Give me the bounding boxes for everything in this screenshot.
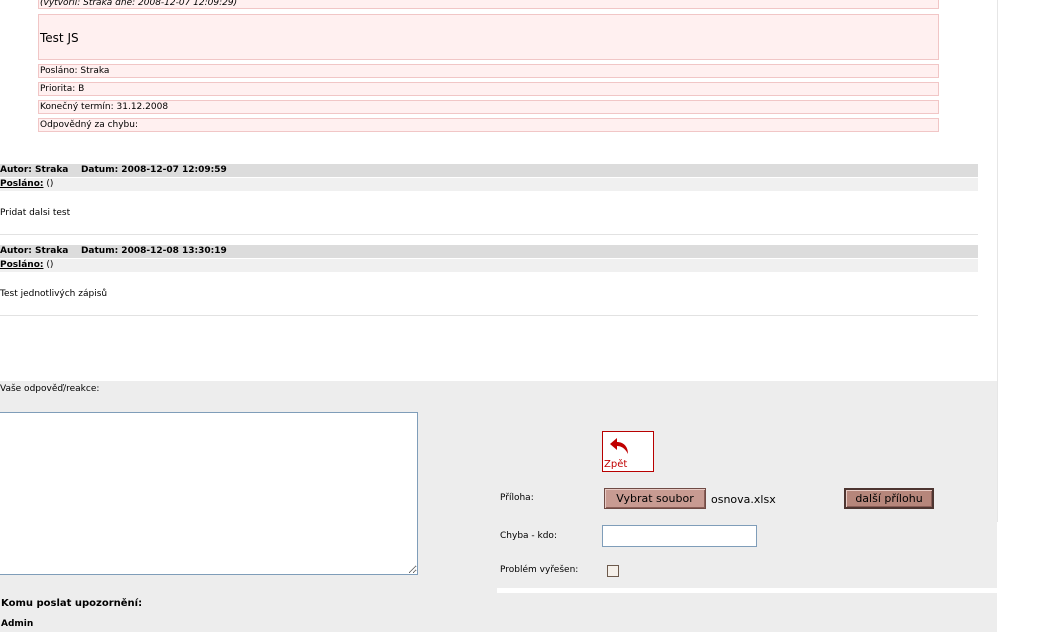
issue-priority: Priorita: B xyxy=(38,82,939,96)
issue-responsible: Odpovědný za chybu: xyxy=(38,118,939,132)
entry-sent-link[interactable]: Posláno: xyxy=(0,260,43,270)
reply-label: Vaše odpověď/reakce: xyxy=(0,384,100,394)
entry-date: Datum: 2008-12-08 13:30:19 xyxy=(80,246,227,256)
created-note: (vytvořil: Straka dne: 2008-12-07 12:09:… xyxy=(38,0,939,9)
reply-textarea[interactable] xyxy=(0,412,418,575)
entry-text: Test jednotlivých zápisů xyxy=(0,289,108,299)
entry-header: Autor: Straka Datum: 2008-12-07 12:09:59 xyxy=(0,164,978,177)
notify-heading: Komu poslat upozornění: xyxy=(1,598,143,609)
entry-text: Pridat dalsi test xyxy=(0,208,71,218)
content-right-border xyxy=(997,0,998,522)
entry-divider xyxy=(0,234,978,235)
entry-divider xyxy=(0,315,978,316)
issue-deadline: Konečný termín: 31.12.2008 xyxy=(38,100,939,114)
entry-author: Autor: Straka xyxy=(0,165,69,175)
entry-sent-row: Posláno: () xyxy=(0,259,978,272)
entry-author: Autor: Straka xyxy=(0,246,69,256)
back-button[interactable]: Zpět xyxy=(602,431,654,472)
solved-label: Problém vyřešen: xyxy=(500,565,579,575)
entry-sent-value: () xyxy=(46,260,54,270)
back-arrow-icon xyxy=(610,438,628,454)
issue-title: Test JS xyxy=(38,14,939,60)
attachment-label: Příloha: xyxy=(500,493,534,503)
solved-checkbox[interactable] xyxy=(607,565,619,577)
who-input[interactable] xyxy=(602,525,757,547)
add-attachment-button[interactable]: další přílohu xyxy=(844,488,934,509)
entry-sent-value: () xyxy=(46,179,54,189)
notify-panel xyxy=(0,593,997,632)
entry-sent-row: Posláno: () xyxy=(0,178,978,191)
back-label: Zpět xyxy=(604,459,628,470)
choose-file-button[interactable]: Vybrat soubor xyxy=(604,488,706,509)
entry-date: Datum: 2008-12-07 12:09:59 xyxy=(80,165,227,175)
entry-header: Autor: Straka Datum: 2008-12-08 13:30:19 xyxy=(0,245,978,258)
notify-user-admin[interactable]: Admin xyxy=(1,619,33,629)
who-label: Chyba - kdo: xyxy=(500,531,557,541)
selected-file-name: osnova.xlsx xyxy=(711,493,776,506)
entry-sent-link[interactable]: Posláno: xyxy=(0,179,43,189)
issue-sent: Posláno: Straka xyxy=(38,64,939,78)
